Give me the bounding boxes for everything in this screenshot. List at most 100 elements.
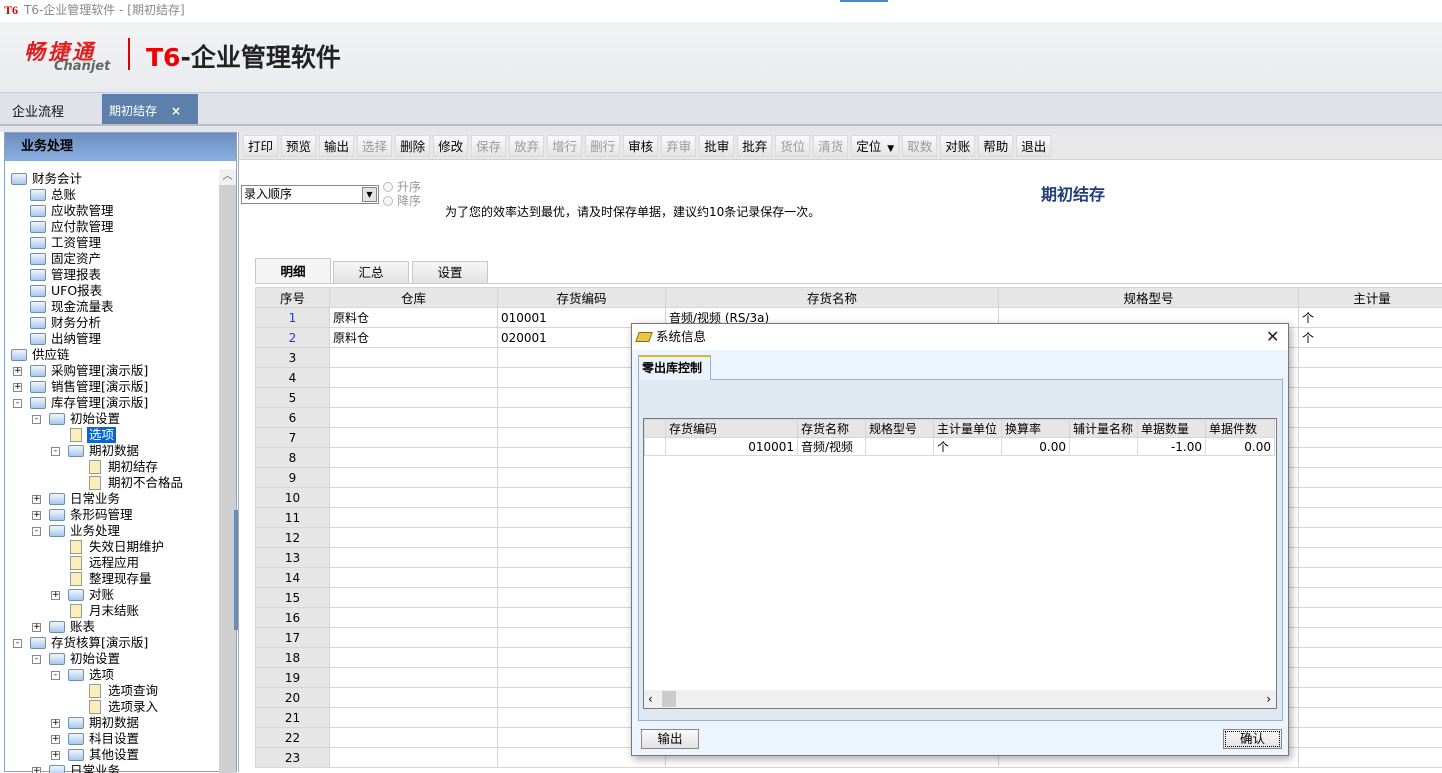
collapse-icon[interactable]: -: [32, 415, 41, 424]
scroll-thumb[interactable]: [662, 691, 676, 707]
tree-item[interactable]: 选项: [5, 427, 219, 443]
column-header[interactable]: 规格型号: [999, 288, 1299, 308]
table-cell[interactable]: [866, 438, 934, 456]
tree-item[interactable]: 选项查询: [5, 683, 219, 699]
tree-scrollbar[interactable]: ︿: [219, 169, 236, 773]
radio-descending[interactable]: 降序: [383, 194, 421, 208]
table-cell[interactable]: [330, 568, 498, 588]
column-header[interactable]: 存货编码: [666, 420, 798, 438]
column-header[interactable]: 存货名称: [798, 420, 866, 438]
tree-item[interactable]: 选项录入: [5, 699, 219, 715]
tree-item[interactable]: -库存管理[演示版]: [5, 395, 219, 411]
column-header[interactable]: 辅计量名称: [1070, 420, 1138, 438]
table-cell[interactable]: [330, 668, 498, 688]
table-cell[interactable]: [1299, 648, 1442, 668]
table-cell[interactable]: [1299, 608, 1442, 628]
column-header[interactable]: 存货名称: [666, 288, 999, 308]
table-cell[interactable]: [1299, 688, 1442, 708]
toolbar-button[interactable]: 批审: [699, 135, 734, 157]
table-cell[interactable]: [330, 588, 498, 608]
toolbar-button[interactable]: 选择: [357, 135, 392, 157]
table-cell[interactable]: 音频/视频: [798, 438, 866, 456]
table-cell[interactable]: 个: [934, 438, 1002, 456]
tree-item[interactable]: +采购管理[演示版]: [5, 363, 219, 379]
table-cell[interactable]: [1299, 388, 1442, 408]
toolbar-button[interactable]: 保存: [471, 135, 506, 157]
tab-zero-outbound-control[interactable]: 零出库控制: [638, 355, 711, 380]
tab-enterprise-flow[interactable]: 企业流程: [2, 103, 74, 125]
table-cell[interactable]: [1299, 348, 1442, 368]
toolbar-button[interactable]: 输出: [319, 135, 354, 157]
tab-settings[interactable]: 设置: [412, 261, 488, 283]
expand-icon[interactable]: +: [51, 719, 60, 728]
toolbar-button[interactable]: 退出: [1016, 135, 1051, 157]
column-header[interactable]: 换算率: [1002, 420, 1070, 438]
tree-item[interactable]: UFO报表: [5, 283, 219, 299]
table-cell[interactable]: [330, 368, 498, 388]
tree-item[interactable]: 财务会计: [5, 171, 219, 187]
tab-summary[interactable]: 汇总: [333, 261, 409, 283]
table-cell[interactable]: [1299, 468, 1442, 488]
toolbar-button[interactable]: 删除: [395, 135, 430, 157]
table-cell[interactable]: [1299, 448, 1442, 468]
tree-item[interactable]: 应收款管理: [5, 203, 219, 219]
collapse-icon[interactable]: -: [32, 527, 41, 536]
collapse-icon[interactable]: -: [13, 639, 22, 648]
confirm-button[interactable]: 确认: [1223, 729, 1282, 749]
tree-item[interactable]: 管理报表: [5, 267, 219, 283]
table-cell[interactable]: [1299, 628, 1442, 648]
close-icon[interactable]: ✕: [1266, 326, 1279, 348]
tree-item[interactable]: 出纳管理: [5, 331, 219, 347]
collapse-icon[interactable]: -: [51, 447, 60, 456]
expand-icon[interactable]: +: [32, 495, 41, 504]
table-cell[interactable]: [1299, 408, 1442, 428]
table-cell[interactable]: [330, 468, 498, 488]
tree-item[interactable]: +其他设置: [5, 747, 219, 763]
tree-item[interactable]: 月末结账: [5, 603, 219, 619]
toolbar-button[interactable]: 货位: [775, 135, 810, 157]
tree-item[interactable]: 应付款管理: [5, 219, 219, 235]
column-header[interactable]: 单据件数: [1206, 420, 1275, 438]
expand-icon[interactable]: +: [13, 383, 22, 392]
toolbar-button[interactable]: 审核: [623, 135, 658, 157]
chevron-down-icon[interactable]: ▼: [362, 187, 377, 202]
tree-item[interactable]: -业务处理: [5, 523, 219, 539]
table-cell[interactable]: [1299, 748, 1442, 768]
toolbar-button[interactable]: 批弃: [737, 135, 772, 157]
table-cell[interactable]: -1.00: [1138, 438, 1206, 456]
table-cell[interactable]: [1299, 568, 1442, 588]
tree-item[interactable]: 供应链: [5, 347, 219, 363]
table-cell[interactable]: [330, 388, 498, 408]
tree-item[interactable]: +对账: [5, 587, 219, 603]
tree-item[interactable]: -初始设置: [5, 651, 219, 667]
table-cell[interactable]: [330, 748, 498, 768]
toolbar-button[interactable]: 定位▼: [851, 135, 899, 157]
collapse-icon[interactable]: -: [51, 671, 60, 680]
table-cell[interactable]: [1299, 668, 1442, 688]
table-cell[interactable]: [330, 528, 498, 548]
toolbar-button[interactable]: 弃审: [661, 135, 696, 157]
toolbar-button[interactable]: 删行: [585, 135, 620, 157]
expand-icon[interactable]: +: [51, 735, 60, 744]
tree-item[interactable]: +条形码管理: [5, 507, 219, 523]
expand-icon[interactable]: +: [32, 511, 41, 520]
toolbar-button[interactable]: 打印: [243, 135, 278, 157]
column-header[interactable]: 规格型号: [866, 420, 934, 438]
column-header[interactable]: 存货编码: [498, 288, 666, 308]
expand-icon[interactable]: +: [32, 767, 41, 773]
toolbar-button[interactable]: 预览: [281, 135, 316, 157]
tree-item[interactable]: 远程应用: [5, 555, 219, 571]
toolbar-button[interactable]: 清货: [813, 135, 848, 157]
table-row[interactable]: 010001音频/视频个0.00-1.000.00: [645, 438, 1275, 456]
table-cell[interactable]: [330, 488, 498, 508]
tree-item[interactable]: 期初结存: [5, 459, 219, 475]
table-cell[interactable]: [330, 448, 498, 468]
column-header[interactable]: 序号: [256, 288, 330, 308]
table-cell[interactable]: [330, 648, 498, 668]
scroll-up-icon[interactable]: ︿: [219, 169, 236, 185]
expand-icon[interactable]: +: [51, 751, 60, 760]
table-cell[interactable]: [1299, 368, 1442, 388]
table-cell[interactable]: [1299, 548, 1442, 568]
expand-icon[interactable]: +: [51, 591, 60, 600]
chevron-down-icon[interactable]: ▼: [887, 144, 894, 154]
